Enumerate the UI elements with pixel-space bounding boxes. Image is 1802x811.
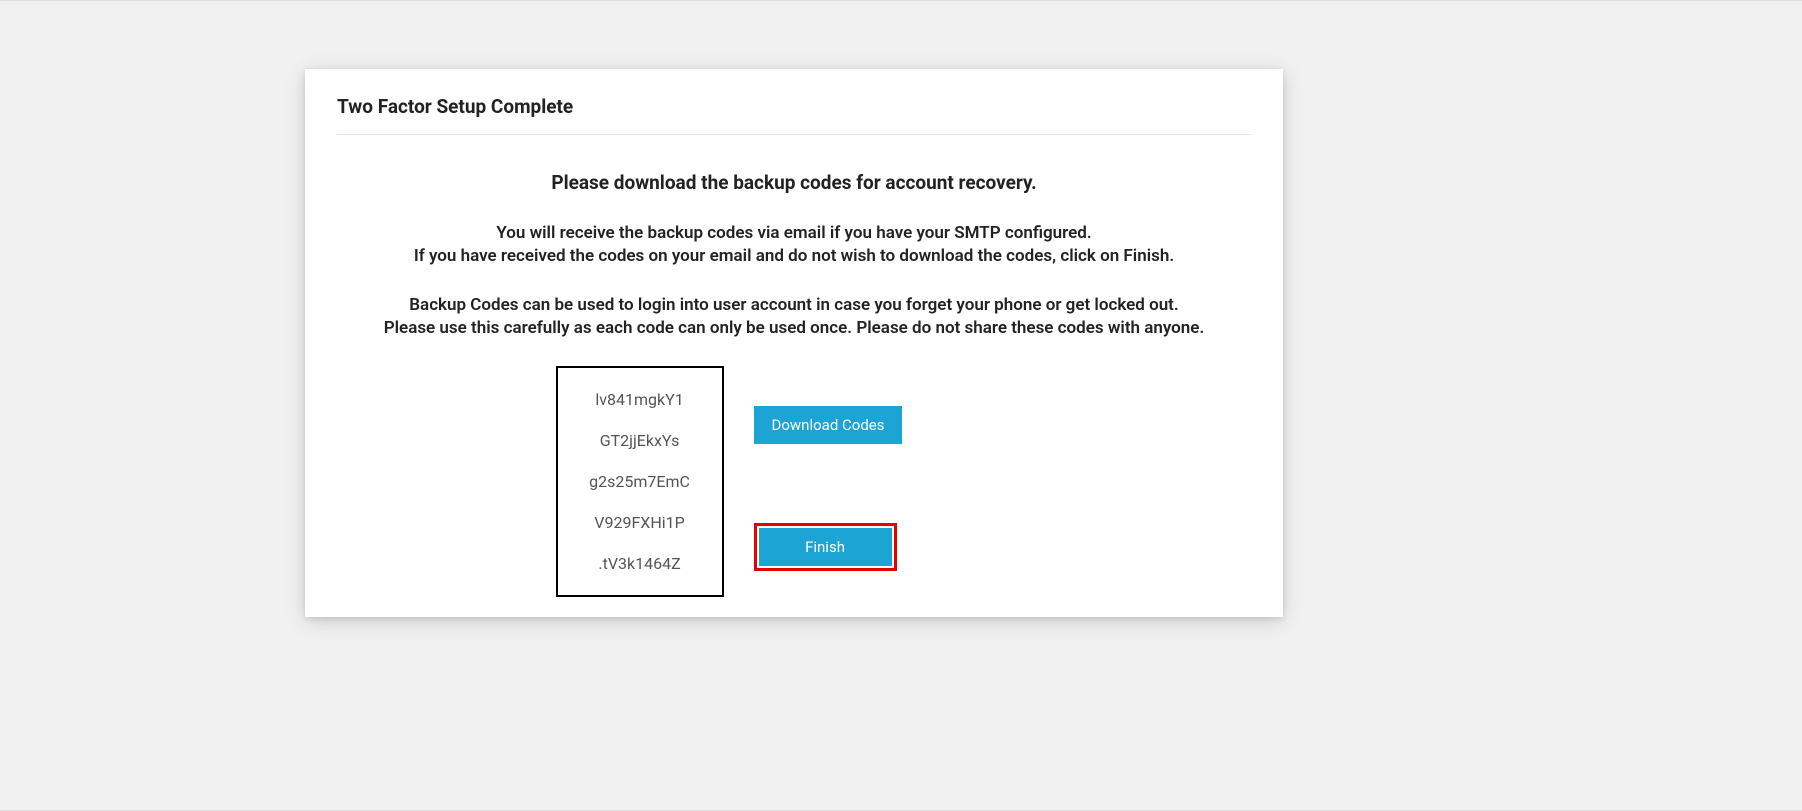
buttons-column: Download Codes Finish	[754, 366, 903, 571]
setup-complete-card: Two Factor Setup Complete Please downloa…	[305, 69, 1283, 617]
finish-button-highlight: Finish	[754, 523, 897, 571]
intro-line: You will receive the backup codes via em…	[337, 222, 1251, 245]
backup-code: g2s25m7EmC	[589, 472, 690, 491]
backup-code: V929FXHi1P	[594, 513, 684, 532]
backup-code: GT2jjEkxYs	[600, 431, 680, 450]
card-title: Two Factor Setup Complete	[337, 95, 1251, 118]
card-header: Two Factor Setup Complete	[337, 95, 1251, 135]
intro-line: Backup Codes can be used to login into u…	[337, 294, 1251, 317]
intro-line: Please use this carefully as each code c…	[337, 317, 1251, 340]
finish-button[interactable]: Finish	[759, 528, 892, 566]
intro-line: If you have received the codes on your e…	[337, 245, 1251, 268]
intro-paragraph-1: You will receive the backup codes via em…	[337, 222, 1251, 268]
intro-section: Please download the backup codes for acc…	[337, 171, 1251, 340]
backup-code: .tV3k1464Z	[598, 554, 680, 573]
backup-codes-box: lv841mgkY1 GT2jjEkxYs g2s25m7EmC V929FXH…	[556, 366, 724, 597]
backup-code: lv841mgkY1	[595, 390, 683, 409]
intro-paragraph-2: Backup Codes can be used to login into u…	[337, 294, 1251, 340]
download-codes-button[interactable]: Download Codes	[754, 406, 903, 444]
content-row: lv841mgkY1 GT2jjEkxYs g2s25m7EmC V929FXH…	[337, 366, 1251, 597]
intro-heading: Please download the backup codes for acc…	[337, 171, 1251, 194]
